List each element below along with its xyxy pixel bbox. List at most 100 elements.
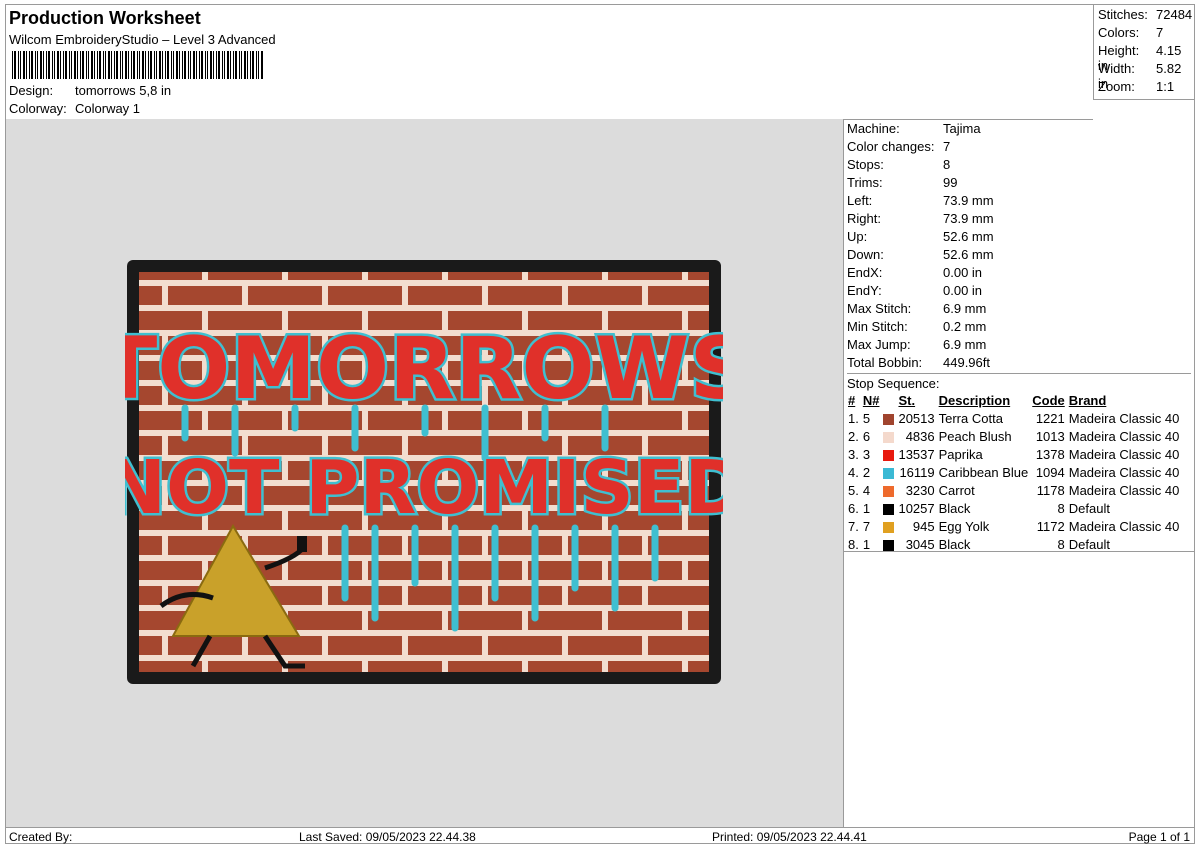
row-stitches: 10257 bbox=[898, 500, 935, 516]
table-row: 1. 5 20513 Terra Cotta 1221 Madeira Classic 4… bbox=[846, 409, 1181, 427]
printed-date: Printed: 09/05/2023 22.44.41 bbox=[712, 830, 867, 844]
row-index: 6. bbox=[848, 500, 859, 516]
row-code: 1094 bbox=[1035, 464, 1065, 480]
machine-info-panel: Machine: Tajima Color changes: 7 Stops: 8 Trim… bbox=[844, 119, 1194, 552]
page-title: Production Worksheet bbox=[9, 8, 201, 28]
row-description: Carrot bbox=[938, 482, 975, 498]
row-stitches: 3045 bbox=[905, 536, 935, 552]
col-index: # bbox=[848, 392, 856, 408]
info-label: Machine: bbox=[847, 121, 900, 136]
color-swatch bbox=[881, 517, 896, 535]
row-code: 1172 bbox=[1036, 518, 1065, 534]
row-description: Caribbean Blue bbox=[938, 464, 1029, 480]
worksheet-frame: Production Worksheet Wilcom EmbroiderySt… bbox=[5, 4, 1195, 844]
row-brand: Madeira Classic 40 bbox=[1068, 428, 1180, 444]
color-swatch bbox=[881, 481, 896, 499]
info-value: 7 bbox=[943, 139, 951, 154]
color-swatch bbox=[881, 463, 896, 481]
info-label: EndY: bbox=[847, 283, 882, 298]
info-value: 73.9 mm bbox=[943, 211, 994, 226]
info-label: Max Jump: bbox=[847, 337, 911, 352]
row-brand: Madeira Classic 40 bbox=[1068, 518, 1180, 534]
design-preview: TOMORROWS NOT PROMISED bbox=[6, 119, 844, 827]
info-value: 99 bbox=[943, 175, 958, 190]
machine-info-row: Max Stitch: 6.9 mm bbox=[847, 301, 986, 316]
machine-info-row: Right: 73.9 mm bbox=[847, 211, 994, 226]
table-row: 7. 7 945 Egg Yolk 1172 Madeira Classic 40 bbox=[846, 517, 1181, 535]
machine-info-row: Stops: 8 bbox=[847, 157, 950, 172]
colorway-label: Colorway: bbox=[9, 101, 67, 116]
row-brand: Madeira Classic 40 bbox=[1068, 410, 1180, 426]
info-value: 0.2 mm bbox=[943, 319, 987, 334]
row-needle: 6 bbox=[862, 428, 871, 444]
row-needle: 1 bbox=[862, 500, 871, 516]
row-brand: Madeira Classic 40 bbox=[1068, 482, 1180, 498]
info-label: Stops: bbox=[847, 157, 884, 172]
info-value: 6.9 mm bbox=[943, 301, 987, 316]
stat-value: 7 bbox=[1156, 25, 1164, 40]
page-number: Page 1 of 1 bbox=[1128, 830, 1190, 844]
info-label: Right: bbox=[847, 211, 881, 226]
table-row: 6. 1 10257 Black 8 Default bbox=[846, 499, 1181, 517]
row-description: Black bbox=[938, 536, 971, 552]
table-row: 2. 6 4836 Peach Blush 1013 Madeira Classic 40 bbox=[846, 427, 1181, 445]
software-name: Wilcom EmbroideryStudio – Level 3 Advanc… bbox=[9, 32, 276, 47]
color-swatch bbox=[881, 535, 896, 553]
info-value: 52.6 mm bbox=[943, 247, 994, 262]
row-code: 1221 bbox=[1035, 410, 1065, 426]
info-value: 6.9 mm bbox=[943, 337, 987, 352]
row-description: Peach Blush bbox=[938, 428, 1012, 444]
col-stitches: St. bbox=[898, 392, 916, 408]
color-swatch bbox=[881, 427, 896, 445]
table-row: 5. 4 3230 Carrot 1178 Madeira Classic 40 bbox=[846, 481, 1181, 499]
row-code: 8 bbox=[1057, 536, 1065, 552]
design-label: Design: bbox=[9, 83, 54, 98]
table-header-row: # N# St. Description Code Brand bbox=[846, 391, 1181, 409]
info-label: Min Stitch: bbox=[847, 319, 908, 334]
info-label: Trims: bbox=[847, 175, 883, 190]
info-label: Down: bbox=[847, 247, 884, 262]
stat-value: 72484 bbox=[1156, 7, 1193, 22]
patch-text-line2: NOT PROMISED bbox=[125, 445, 723, 531]
info-label: Up: bbox=[847, 229, 868, 244]
col-brand: Brand bbox=[1068, 392, 1107, 408]
row-description: Egg Yolk bbox=[938, 518, 990, 534]
info-label: Color changes: bbox=[847, 139, 935, 154]
row-brand: Default bbox=[1068, 500, 1110, 516]
row-stitches: 4836 bbox=[905, 428, 935, 444]
stat-label: Stitches: bbox=[1098, 7, 1148, 22]
stat-stitches: Stitches: 72484 bbox=[1098, 7, 1192, 22]
info-label: Max Stitch: bbox=[847, 301, 912, 316]
row-needle: 2 bbox=[862, 464, 871, 480]
machine-info-row: Min Stitch: 0.2 mm bbox=[847, 319, 986, 334]
row-brand: Default bbox=[1068, 536, 1110, 552]
row-code: 1378 bbox=[1035, 446, 1065, 462]
stat-colors: Colors: 7 bbox=[1098, 25, 1163, 40]
machine-info-row: Total Bobbin: 449.96ft bbox=[847, 355, 990, 370]
design-row: Design: tomorrows 5,8 in bbox=[9, 83, 171, 98]
info-label: Left: bbox=[847, 193, 873, 208]
machine-info-row: Max Jump: 6.9 mm bbox=[847, 337, 986, 352]
last-saved: Last Saved: 09/05/2023 22.44.38 bbox=[299, 830, 476, 844]
stat-label: Width: bbox=[1098, 61, 1135, 76]
row-needle: 4 bbox=[862, 482, 871, 498]
row-needle: 7 bbox=[862, 518, 871, 534]
col-swatch bbox=[881, 391, 896, 409]
row-needle: 5 bbox=[862, 410, 871, 426]
created-by: Created By: bbox=[9, 830, 73, 844]
row-index: 3. bbox=[848, 446, 859, 462]
row-stitches: 945 bbox=[912, 518, 935, 534]
info-value: 73.9 mm bbox=[943, 193, 994, 208]
info-label: EndX: bbox=[847, 265, 883, 280]
table-row: 4. 2 16119 Caribbean Blue 1094 Madeira Classi… bbox=[846, 463, 1181, 481]
row-index: 7. bbox=[848, 518, 859, 534]
row-index: 8. bbox=[848, 536, 859, 552]
stats-box: Stitches: 72484 Colors: 7 Height: 4.15 in W… bbox=[1093, 5, 1195, 100]
row-needle: 3 bbox=[862, 446, 871, 462]
row-code: 8 bbox=[1057, 500, 1065, 516]
col-code: Code bbox=[1032, 392, 1065, 408]
stat-label: Height: bbox=[1098, 43, 1140, 58]
row-brand: Madeira Classic 40 bbox=[1068, 446, 1180, 462]
row-code: 1178 bbox=[1036, 482, 1065, 498]
col-description: Description bbox=[938, 392, 1011, 408]
